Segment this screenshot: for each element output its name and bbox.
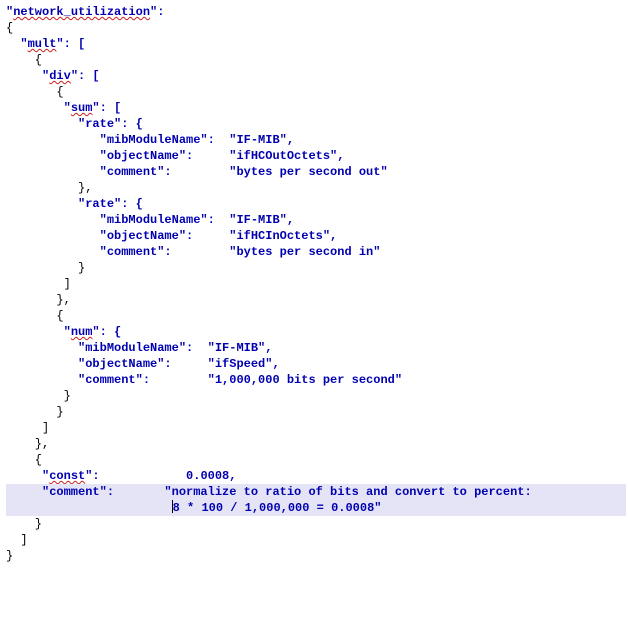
code-line: } bbox=[6, 261, 85, 275]
highlighted-line: 8 * 100 / 1,000,000 = 0.0008" bbox=[6, 500, 626, 516]
code-line: ] bbox=[6, 277, 71, 291]
code-line: "objectName": "ifHCOutOctets", bbox=[6, 149, 344, 163]
code-line: } bbox=[6, 389, 71, 403]
code-line: "objectName": "ifSpeed", bbox=[6, 357, 280, 371]
code-line: }, bbox=[6, 293, 71, 307]
code-line: ] bbox=[6, 421, 49, 435]
highlighted-line: "comment": "normalize to ratio of bits a… bbox=[6, 484, 626, 500]
code-line: { bbox=[6, 85, 64, 99]
code-line: }, bbox=[6, 437, 49, 451]
spell-squiggle: num bbox=[71, 325, 93, 339]
code-line: "mibModuleName": "IF-MIB", bbox=[6, 133, 294, 147]
code-line: { bbox=[6, 309, 64, 323]
code-line: "num": { bbox=[6, 325, 121, 339]
code-line: "rate": { bbox=[6, 197, 143, 211]
code-line: "rate": { bbox=[6, 117, 143, 131]
code-line: "mult": [ bbox=[6, 37, 85, 51]
code-line: ] bbox=[6, 533, 28, 547]
code-line: "div": [ bbox=[6, 69, 100, 83]
code-line: "comment": "bytes per second out" bbox=[6, 165, 388, 179]
code-line: "sum": [ bbox=[6, 101, 121, 115]
spell-squiggle: network_utilization bbox=[13, 5, 150, 19]
code-line: "const": 0.0008, bbox=[6, 469, 236, 483]
spell-squiggle: div bbox=[49, 69, 71, 83]
code-line: { bbox=[6, 53, 42, 67]
code-line: "comment": "bytes per second in" bbox=[6, 245, 380, 259]
code-line: "comment": "1,000,000 bits per second" bbox=[6, 373, 402, 387]
spell-squiggle: mult bbox=[28, 37, 57, 51]
spell-squiggle: const bbox=[49, 469, 85, 483]
code-line: "network_utilization": bbox=[6, 5, 164, 19]
code-line: } bbox=[6, 549, 13, 563]
spell-squiggle: sum bbox=[71, 101, 93, 115]
code-line: "objectName": "ifHCInOctets", bbox=[6, 229, 337, 243]
code-line: { bbox=[6, 453, 42, 467]
code-line: "mibModuleName": "IF-MIB", bbox=[6, 341, 272, 355]
code-line: } bbox=[6, 405, 64, 419]
code-line: "mibModuleName": "IF-MIB", bbox=[6, 213, 294, 227]
code-block: "network_utilization": { "mult": [ { "di… bbox=[0, 0, 628, 564]
code-line: }, bbox=[6, 181, 92, 195]
code-line: } bbox=[6, 517, 42, 531]
code-line: { bbox=[6, 21, 13, 35]
